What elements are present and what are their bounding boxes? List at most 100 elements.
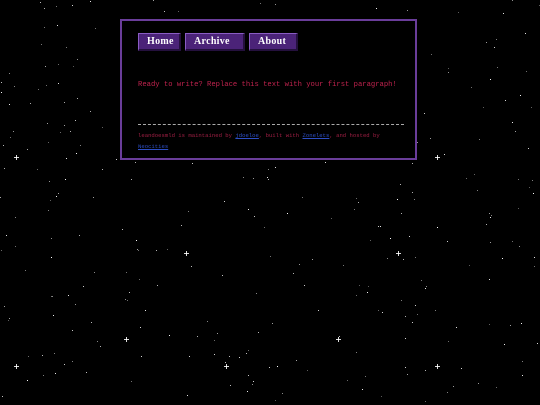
star-dot — [510, 325, 511, 326]
star-dot — [14, 86, 15, 87]
star-dot — [380, 226, 381, 227]
star-dot — [533, 193, 534, 194]
star-dot — [52, 296, 53, 297]
star-dot — [343, 265, 344, 266]
star-dot — [49, 181, 50, 182]
star-dot — [537, 343, 538, 344]
star-dot — [405, 316, 406, 317]
star-dot — [43, 375, 44, 376]
star-dot — [490, 242, 491, 243]
star-dot — [131, 381, 132, 382]
star-dot — [145, 310, 146, 311]
star-dot — [489, 213, 490, 214]
star-dot — [478, 383, 479, 384]
star-dot — [4, 306, 5, 307]
star-dot — [414, 199, 415, 200]
star-dot — [312, 259, 313, 260]
star-dot — [167, 249, 168, 250]
star-dot — [477, 190, 478, 191]
star-dot — [253, 178, 254, 179]
nav-archive-button[interactable]: Archive — [185, 33, 245, 51]
star-dot — [58, 64, 59, 65]
star-dot — [248, 375, 249, 376]
star-dot — [376, 8, 377, 9]
star-dot — [397, 199, 398, 200]
star-dot — [48, 210, 49, 211]
star-dot — [307, 370, 308, 371]
star-dot — [417, 314, 418, 315]
sparkle-star — [124, 337, 129, 342]
footer-builder-link[interactable]: Zonelets — [303, 132, 330, 139]
star-dot — [248, 209, 249, 210]
star-dot — [90, 111, 91, 112]
star-dot — [256, 293, 257, 294]
star-dot — [489, 279, 490, 280]
star-dot — [77, 98, 78, 99]
star-dot — [1, 92, 2, 93]
star-dot — [68, 295, 69, 296]
star-dot — [135, 162, 136, 163]
star-dot — [403, 259, 404, 260]
nav-home-button[interactable]: Home — [138, 33, 181, 51]
star-dot — [64, 102, 65, 103]
star-dot — [458, 12, 459, 13]
star-dot — [520, 95, 521, 96]
star-dot — [412, 322, 413, 323]
star-dot — [331, 218, 332, 219]
star-dot — [79, 235, 80, 236]
nav-about-button[interactable]: About — [249, 33, 298, 51]
star-dot — [417, 142, 418, 143]
star-dot — [448, 72, 449, 73]
star-dot — [381, 396, 382, 397]
star-dot — [1, 250, 2, 251]
star-dot — [140, 327, 141, 328]
star-dot — [430, 138, 431, 139]
star-dot — [51, 257, 52, 258]
star-dot — [483, 107, 484, 108]
star-dot — [356, 352, 357, 353]
star-dot — [44, 27, 45, 28]
star-dot — [51, 296, 52, 297]
star-dot — [264, 227, 265, 228]
star-dot — [9, 104, 10, 105]
star-dot — [4, 168, 5, 169]
star-dot — [287, 213, 288, 214]
footer-maintainer-link[interactable]: jdoeloe — [235, 132, 259, 139]
star-dot — [15, 246, 16, 247]
star-dot — [86, 372, 87, 373]
star-dot — [415, 257, 416, 258]
star-dot — [9, 318, 10, 319]
star-dot — [275, 167, 276, 168]
star-dot — [224, 201, 225, 202]
star-dot — [56, 196, 57, 197]
star-dot — [354, 209, 355, 210]
star-dot — [415, 305, 416, 306]
star-dot — [522, 361, 523, 362]
star-dot — [260, 3, 261, 4]
star-dot — [248, 350, 249, 351]
star-dot — [275, 4, 276, 5]
star-dot — [187, 395, 188, 396]
footer-host-link[interactable]: Neocities — [138, 143, 168, 150]
star-dot — [471, 87, 472, 88]
star-dot — [10, 137, 11, 138]
star-dot — [447, 392, 448, 393]
star-dot — [57, 25, 58, 26]
star-dot — [127, 300, 128, 301]
star-dot — [70, 131, 71, 132]
star-dot — [102, 169, 103, 170]
star-dot — [425, 288, 426, 289]
star-dot — [512, 241, 513, 242]
star-dot — [214, 354, 215, 355]
star-dot — [217, 333, 218, 334]
star-dot — [102, 127, 103, 128]
star-dot — [126, 272, 127, 273]
star-dot — [490, 79, 491, 80]
star-dot — [246, 353, 247, 354]
star-dot — [401, 300, 402, 301]
star-dot — [116, 159, 117, 160]
footer-divider — [138, 124, 404, 125]
star-dot — [474, 174, 475, 175]
sparkle-star — [184, 251, 189, 256]
star-dot — [378, 226, 379, 227]
